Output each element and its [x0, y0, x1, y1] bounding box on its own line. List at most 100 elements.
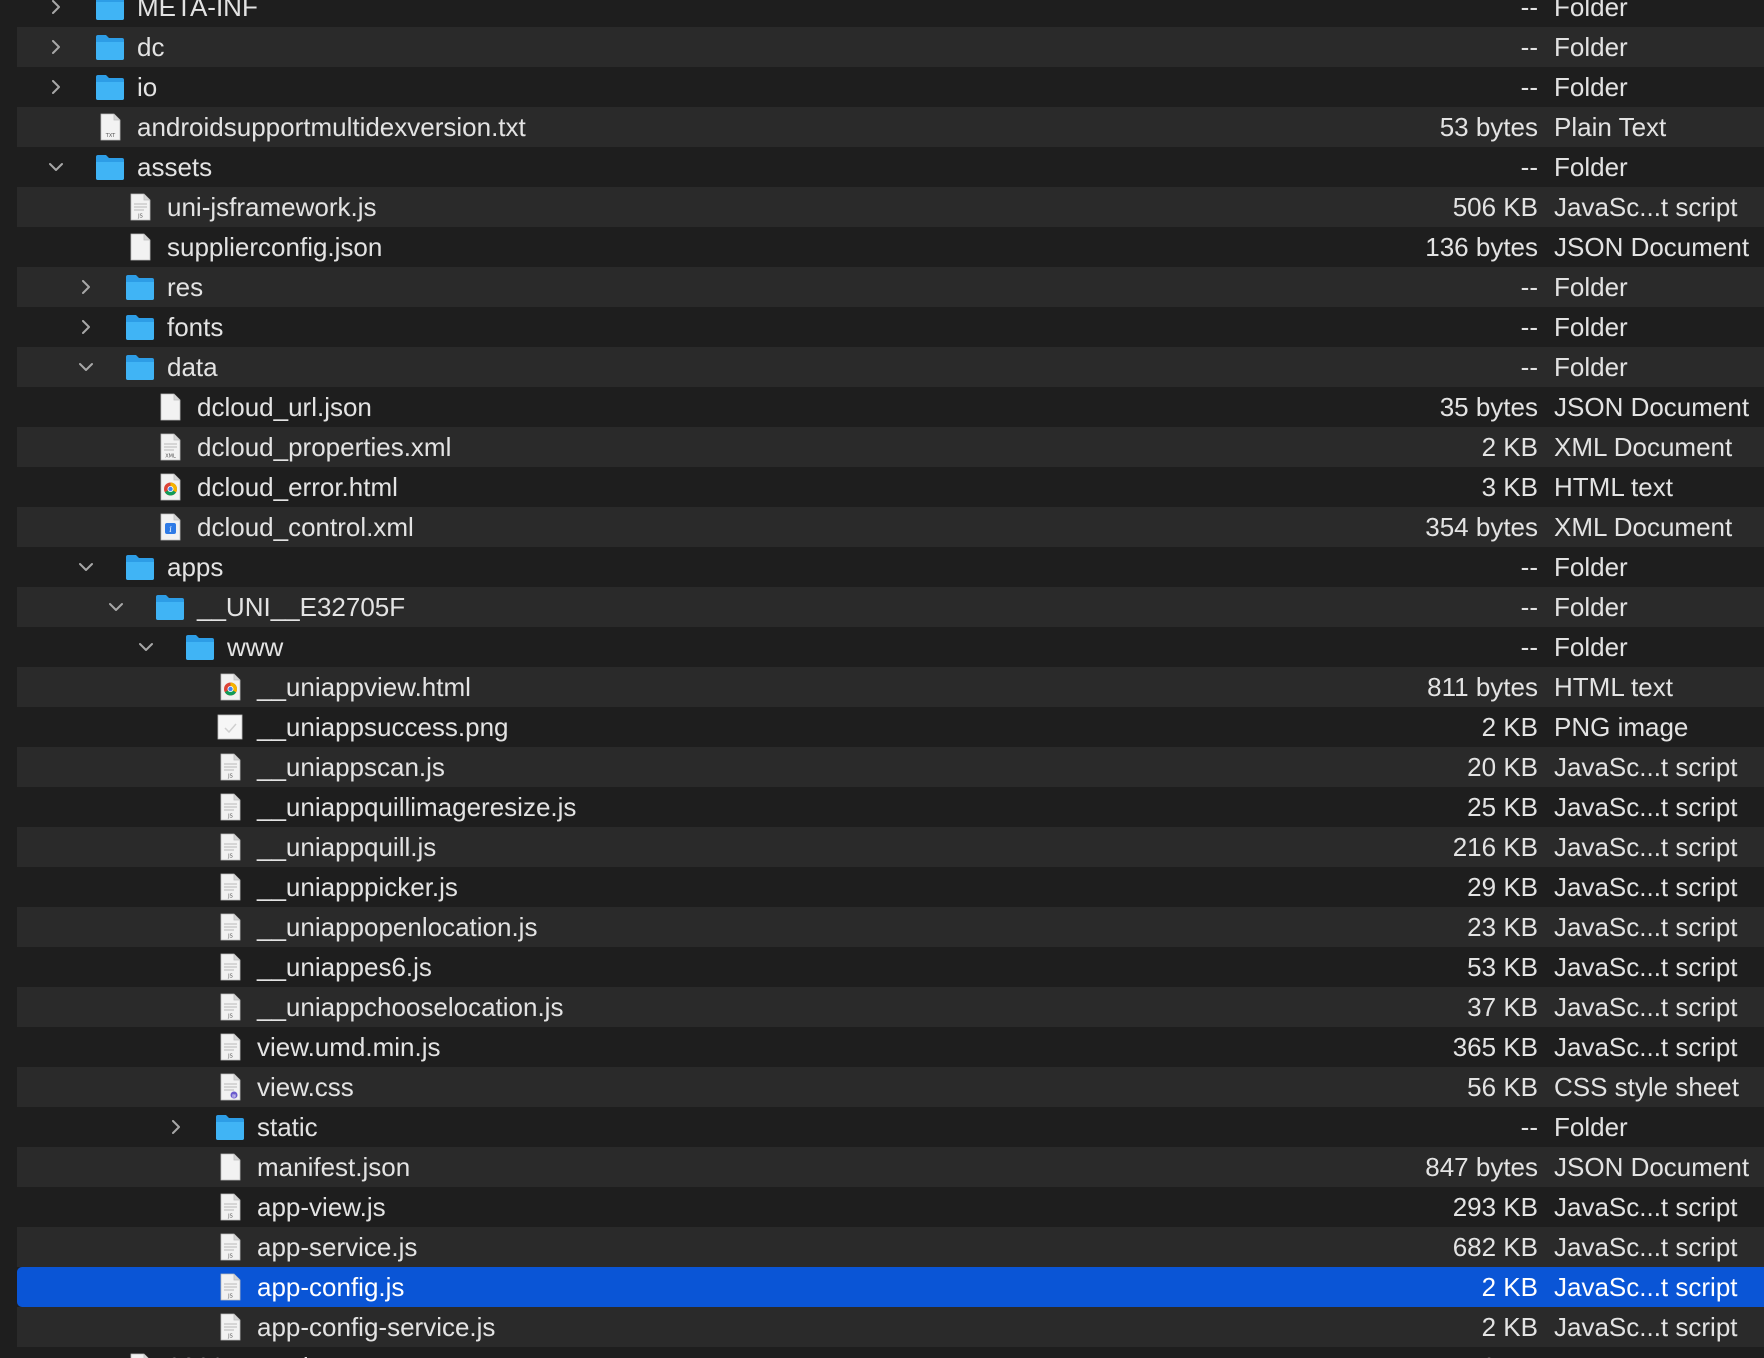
txt-file-icon: TXT — [95, 113, 125, 141]
file-size: -- — [1520, 0, 1538, 22]
file-kind: JavaSc...t script — [1554, 952, 1738, 982]
svg-text:JS: JS — [227, 814, 233, 820]
file-row-static[interactable]: static -- Folder — [17, 1107, 1764, 1147]
file-size: -- — [1520, 592, 1538, 622]
disclosure-expanded-icon[interactable] — [134, 627, 158, 667]
svg-text:JS: JS — [227, 774, 233, 780]
file-name: res — [167, 272, 204, 302]
file-row-androidsupportmultidexversion-txt[interactable]: TXT androidsupportmultidexversion.txt 53 b… — [17, 107, 1764, 147]
file-row-uniapppicker-js[interactable]: JS __uniapppicker.js 29 KB JavaSc...t scrip… — [17, 867, 1764, 907]
file-name: dc — [137, 32, 165, 62]
file-kind: HTML text — [1554, 672, 1673, 702]
svg-text:JS: JS — [137, 214, 143, 220]
file-row-app-view-js[interactable]: JS app-view.js 293 KB JavaSc...t script — [17, 1187, 1764, 1227]
disclosure-collapsed-icon[interactable] — [44, 0, 68, 27]
blank-file-icon — [155, 393, 185, 421]
file-row-data[interactable]: data -- Folder — [17, 347, 1764, 387]
file-row-dcloud-error-html[interactable]: dcloud_error.html 3 KB HTML text — [17, 467, 1764, 507]
file-row-app-service-js[interactable]: JS app-service.js 682 KB JavaSc...t script — [17, 1227, 1764, 1267]
disclosure-expanded-icon[interactable] — [74, 547, 98, 587]
file-kind: JavaSc...t script — [1554, 912, 1738, 942]
disclosure-collapsed-icon[interactable] — [44, 67, 68, 107]
file-row-dcloud-properties-xml[interactable]: XML dcloud_properties.xml 2 KB XML Document — [17, 427, 1764, 467]
file-size: 136 bytes — [1425, 232, 1538, 262]
file-row-39285ffa-dex[interactable]: 39285FFA.dex 72 KB Document — [17, 1347, 1764, 1358]
file-size: 811 bytes — [1427, 672, 1538, 702]
file-name: view.css — [257, 1072, 354, 1102]
file-row-uniappchooselocation-js[interactable]: JS __uniappchooselocation.js 37 KB JavaSc..… — [17, 987, 1764, 1027]
disclosure-expanded-icon[interactable] — [74, 347, 98, 387]
file-size: 2 KB — [1481, 1272, 1538, 1302]
file-kind: JavaSc...t script — [1554, 1312, 1738, 1342]
file-name: dcloud_error.html — [197, 472, 398, 502]
file-kind: JSON Document — [1554, 392, 1750, 422]
css-file-icon: @ — [215, 1073, 245, 1101]
disclosure-expanded-icon[interactable] — [104, 587, 128, 627]
file-row-uniappquillimageresize-js[interactable]: JS __uniappquillimageresize.js 25 KB JavaSc… — [17, 787, 1764, 827]
file-name: __uniappopenlocation.js — [257, 912, 538, 942]
file-name: dcloud_control.xml — [197, 512, 414, 542]
file-kind: JavaSc...t script — [1554, 832, 1738, 862]
js-file-icon: JS — [215, 1193, 245, 1221]
file-row-uniappquill-js[interactable]: JS __uniappquill.js 216 KB JavaSc...t scrip… — [17, 827, 1764, 867]
file-name: __uniappquill.js — [257, 832, 437, 862]
file-row-view-umd-min-js[interactable]: JS view.umd.min.js 365 KB JavaSc...t script — [17, 1027, 1764, 1067]
file-row-uni-e32705f[interactable]: __UNI__E32705F -- Folder — [17, 587, 1764, 627]
file-size: -- — [1520, 152, 1538, 182]
file-row-uniappopenlocation-js[interactable]: JS __uniappopenlocation.js 23 KB JavaSc...t… — [17, 907, 1764, 947]
file-row-assets[interactable]: assets -- Folder — [17, 147, 1764, 187]
file-size: 216 KB — [1452, 832, 1538, 862]
file-row-dcloud-control-xml[interactable]: i dcloud_control.xml 354 bytes XML Document — [17, 507, 1764, 547]
file-name: META-INF — [137, 0, 258, 22]
disclosure-collapsed-icon[interactable] — [164, 1107, 188, 1147]
file-row-view-css[interactable]: @ view.css 56 KB CSS style sheet — [17, 1067, 1764, 1107]
js-file-icon: JS — [215, 1033, 245, 1061]
chrome-html-file-icon — [155, 473, 185, 501]
file-row-uniappsuccess-png[interactable]: __uniappsuccess.png 2 KB PNG image — [17, 707, 1764, 747]
file-row-supplierconfig-json[interactable]: supplierconfig.json 136 bytes JSON Documen… — [17, 227, 1764, 267]
file-row-app-config-js[interactable]: JS app-config.js 2 KB JavaSc...t script — [17, 1267, 1764, 1307]
file-row-uniappes6-js[interactable]: JS __uniappes6.js 53 KB JavaSc...t script — [17, 947, 1764, 987]
disclosure-collapsed-icon[interactable] — [44, 27, 68, 67]
file-name: __uniappview.html — [257, 672, 471, 702]
svg-text:JS: JS — [227, 1294, 233, 1300]
file-row-uni-jsframework-js[interactable]: JS uni-jsframework.js 506 KB JavaSc...t scr… — [17, 187, 1764, 227]
disclosure-collapsed-icon[interactable] — [74, 307, 98, 347]
disclosure-expanded-icon[interactable] — [44, 147, 68, 187]
file-row-uniappscan-js[interactable]: JS __uniappscan.js 20 KB JavaSc...t script — [17, 747, 1764, 787]
folder-icon — [125, 273, 155, 301]
file-name: app-config.js — [257, 1272, 405, 1302]
file-kind: JavaSc...t script — [1554, 192, 1738, 222]
file-kind: JSON Document — [1554, 1152, 1750, 1182]
file-row-dc[interactable]: dc -- Folder — [17, 27, 1764, 67]
svg-text:JS: JS — [227, 1054, 233, 1060]
file-row-uniappview-html[interactable]: __uniappview.html 811 bytes HTML text — [17, 667, 1764, 707]
file-size: -- — [1520, 552, 1538, 582]
file-row-www[interactable]: www -- Folder — [17, 627, 1764, 667]
folder-icon — [125, 313, 155, 341]
file-kind: Folder — [1554, 1112, 1628, 1142]
file-row-meta-inf[interactable]: META-INF -- Folder — [17, 0, 1764, 27]
js-file-icon: JS — [215, 1273, 245, 1301]
svg-text:i: i — [169, 525, 172, 534]
file-row-dcloud-url-json[interactable]: dcloud_url.json 35 bytes JSON Document — [17, 387, 1764, 427]
blank-file-icon — [125, 1353, 155, 1358]
folder-icon — [215, 1113, 245, 1141]
svg-text:JS: JS — [227, 1014, 233, 1020]
file-row-manifest-json[interactable]: manifest.json 847 bytes JSON Document — [17, 1147, 1764, 1187]
file-name: __UNI__E32705F — [197, 592, 406, 622]
file-kind: Folder — [1554, 632, 1628, 662]
file-row-res[interactable]: res -- Folder — [17, 267, 1764, 307]
file-row-apps[interactable]: apps -- Folder — [17, 547, 1764, 587]
file-row-io[interactable]: io -- Folder — [17, 67, 1764, 107]
file-name: data — [167, 352, 218, 382]
file-row-app-config-service-js[interactable]: JS app-config-service.js 2 KB JavaSc...t sc… — [17, 1307, 1764, 1347]
disclosure-collapsed-icon[interactable] — [74, 267, 98, 307]
file-name: fonts — [167, 312, 224, 342]
info-xml-file-icon: i — [155, 513, 185, 541]
file-row-fonts[interactable]: fonts -- Folder — [17, 307, 1764, 347]
svg-text:JS: JS — [227, 1334, 233, 1340]
svg-text:JS: JS — [227, 894, 233, 900]
file-list: META-INF -- Folder dc -- Folder io -- Folder TXT a… — [0, 0, 1764, 1358]
file-size: 35 bytes — [1439, 392, 1538, 422]
